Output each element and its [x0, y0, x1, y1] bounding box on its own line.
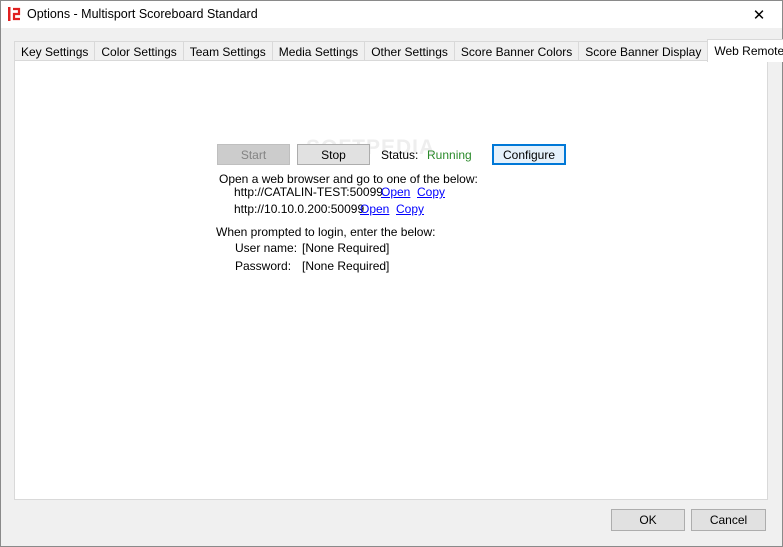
status-label: Status: [381, 148, 419, 162]
start-button[interactable]: Start [217, 144, 290, 165]
url-2-open-link[interactable]: Open [360, 202, 389, 216]
tab-web-remote[interactable]: Web Remote [707, 39, 783, 62]
password-value: [None Required] [302, 259, 390, 273]
status-value: Running [427, 148, 472, 162]
tab-strip: Key Settings Color Settings Team Setting… [14, 39, 783, 62]
url-1-copy-link[interactable]: Copy [417, 185, 445, 199]
tab-color-settings[interactable]: Color Settings [94, 41, 184, 61]
url-1-text: http://CATALIN-TEST:50099 [234, 185, 383, 199]
close-icon[interactable]: ✕ [736, 1, 782, 28]
tab-score-banner-display[interactable]: Score Banner Display [578, 41, 709, 61]
title-bar[interactable]: Options - Multisport Scoreboard Standard… [1, 1, 782, 28]
window-title: Options - Multisport Scoreboard Standard [27, 7, 258, 21]
stop-button[interactable]: Stop [297, 144, 370, 165]
tab-media-settings[interactable]: Media Settings [271, 41, 366, 61]
cancel-button[interactable]: Cancel [691, 509, 766, 531]
app-logo-icon [7, 6, 23, 22]
browser-instructions: Open a web browser and go to one of the … [219, 172, 478, 186]
web-remote-panel [14, 60, 768, 500]
login-prompt: When prompted to login, enter the below: [216, 225, 436, 239]
password-label: Password: [235, 259, 292, 273]
tab-key-settings[interactable]: Key Settings [14, 41, 96, 61]
tab-other-settings[interactable]: Other Settings [364, 41, 455, 61]
username-label: User name: [235, 241, 298, 255]
ok-button[interactable]: OK [611, 509, 685, 531]
url-1-open-link[interactable]: Open [381, 185, 410, 199]
url-2-copy-link[interactable]: Copy [396, 202, 424, 216]
tab-score-banner-colors[interactable]: Score Banner Colors [453, 41, 580, 61]
username-value: [None Required] [302, 241, 390, 255]
configure-button[interactable]: Configure [492, 144, 566, 165]
url-2-text: http://10.10.0.200:50099 [234, 202, 365, 216]
options-window: Options - Multisport Scoreboard Standard… [0, 0, 783, 547]
tab-team-settings[interactable]: Team Settings [182, 41, 273, 61]
